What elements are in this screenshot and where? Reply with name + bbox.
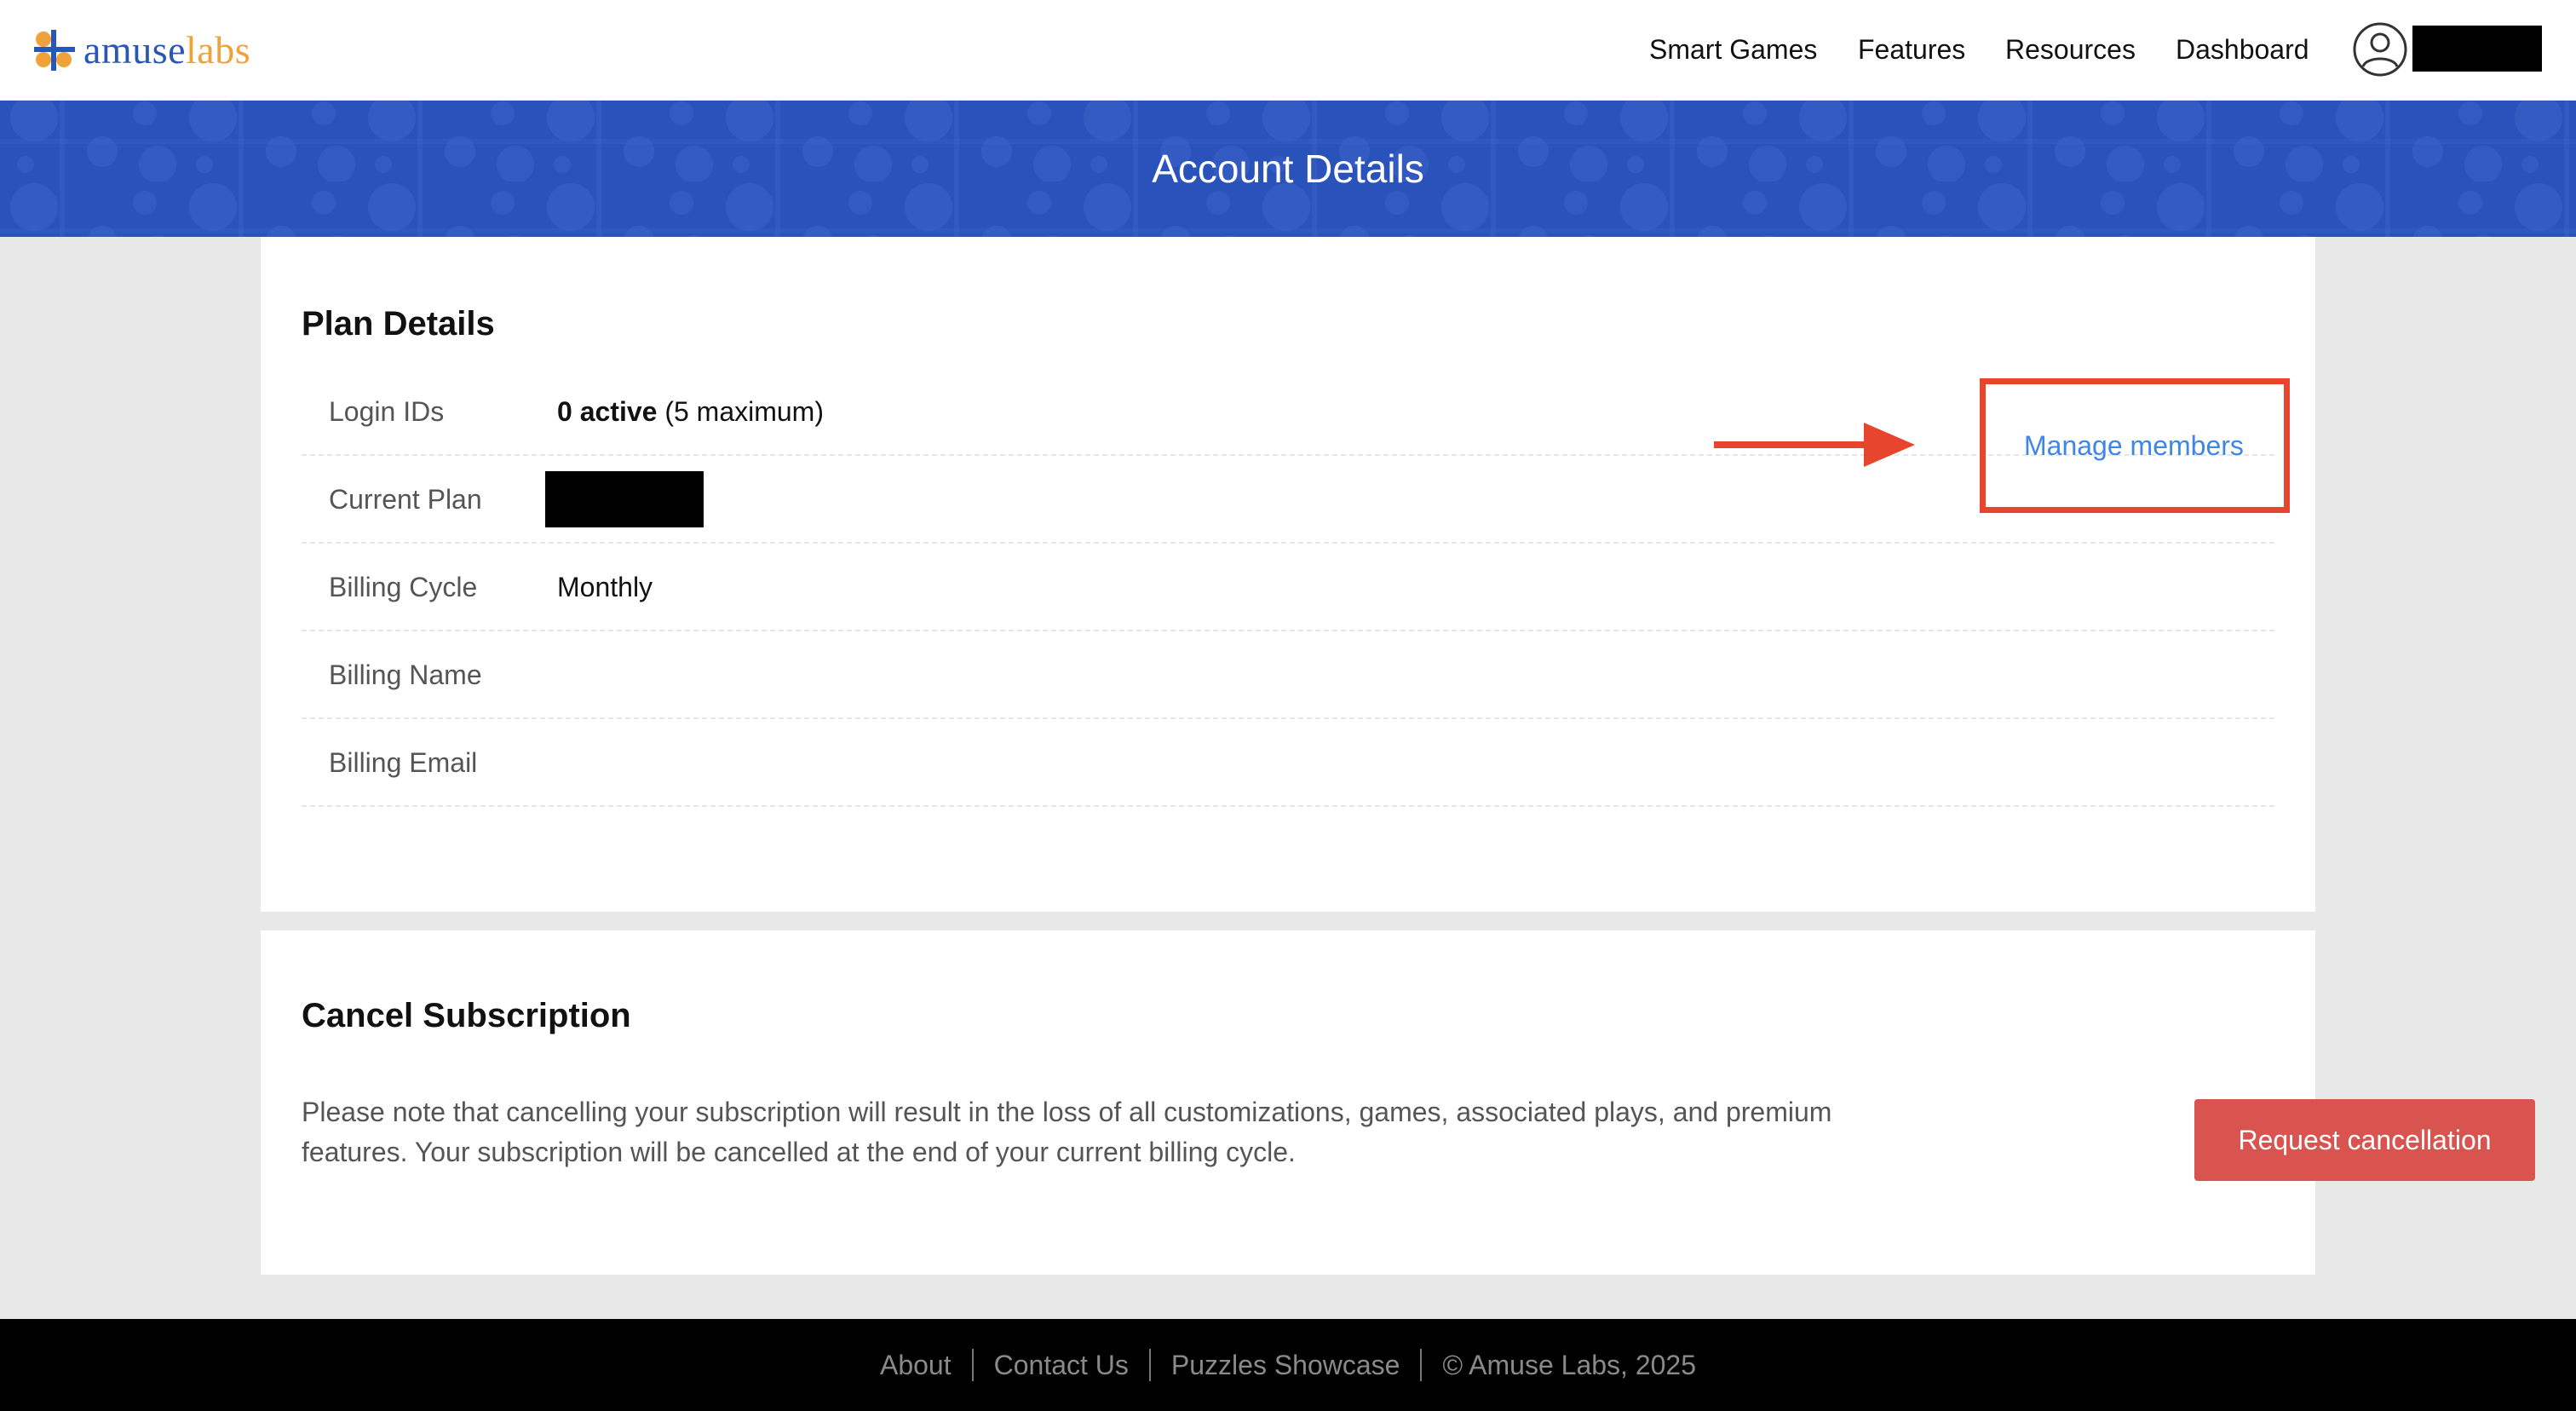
nav-smart-games[interactable]: Smart Games xyxy=(1649,31,1817,68)
footer-link-about[interactable]: About xyxy=(880,1350,952,1381)
row-login-ids: Login IDs 0 active (5 maximum) xyxy=(302,368,2274,456)
row-current-plan: Current Plan [redacted] xyxy=(302,456,2274,544)
current-plan-redacted: [redacted] xyxy=(545,471,704,527)
main-nav: Smart Games Features Resources Dashboard xyxy=(0,31,2576,68)
login-ids-label: Login IDs xyxy=(329,396,445,427)
cancel-subscription-card: Cancel Subscription Please note that can… xyxy=(261,930,2535,1275)
footer-divider xyxy=(1148,1349,1151,1381)
page-header-banner: Account Details xyxy=(0,101,2576,237)
nav-features[interactable]: Features xyxy=(1858,31,1965,68)
row-billing-name: Billing Name xyxy=(302,631,2274,719)
manage-members-link[interactable]: Manage members xyxy=(2024,430,2244,462)
footer-link-puzzles-showcase[interactable]: Puzzles Showcase xyxy=(1171,1350,1400,1381)
billing-name-label: Billing Name xyxy=(329,659,482,690)
footer-link-contact-us[interactable]: Contact Us xyxy=(994,1350,1129,1381)
footer-links: About Contact Us Puzzles Showcase © Amus… xyxy=(0,1319,2576,1411)
current-plan-label: Current Plan xyxy=(329,484,482,515)
plan-details-card: Plan Details Login IDs 0 active (5 maxim… xyxy=(261,237,2315,912)
plan-details-title: Plan Details xyxy=(302,305,495,343)
page-title: Account Details xyxy=(1152,147,1424,191)
row-billing-email: Billing Email xyxy=(302,719,2274,807)
billing-cycle-value: Monthly xyxy=(557,572,653,602)
billing-email-label: Billing Email xyxy=(329,747,478,778)
user-circle-icon[interactable] xyxy=(2351,20,2409,78)
footer-copyright: © Amuse Labs, 2025 xyxy=(1442,1349,1697,1380)
top-navigation-bar: amuselabs Smart Games Features Resources… xyxy=(0,0,2576,101)
nav-dashboard[interactable]: Dashboard xyxy=(2176,31,2309,68)
site-footer: About Contact Us Puzzles Showcase © Amus… xyxy=(0,1319,2576,1411)
cancel-subscription-title: Cancel Subscription xyxy=(302,997,631,1034)
billing-cycle-label: Billing Cycle xyxy=(329,572,478,602)
login-ids-value: 0 active (5 maximum) xyxy=(557,396,824,427)
annotation-arrow-icon xyxy=(1714,423,1915,467)
nav-resources[interactable]: Resources xyxy=(2005,31,2136,68)
request-cancellation-button[interactable]: Request cancellation xyxy=(2194,1099,2535,1181)
cancel-subscription-note: Please note that cancelling your subscri… xyxy=(302,1097,1832,1167)
row-billing-cycle: Billing Cycle Monthly xyxy=(302,544,2274,631)
footer-divider xyxy=(971,1349,974,1381)
user-name-redacted[interactable]: [redacted] xyxy=(2412,26,2542,72)
footer-divider xyxy=(1420,1349,1423,1381)
